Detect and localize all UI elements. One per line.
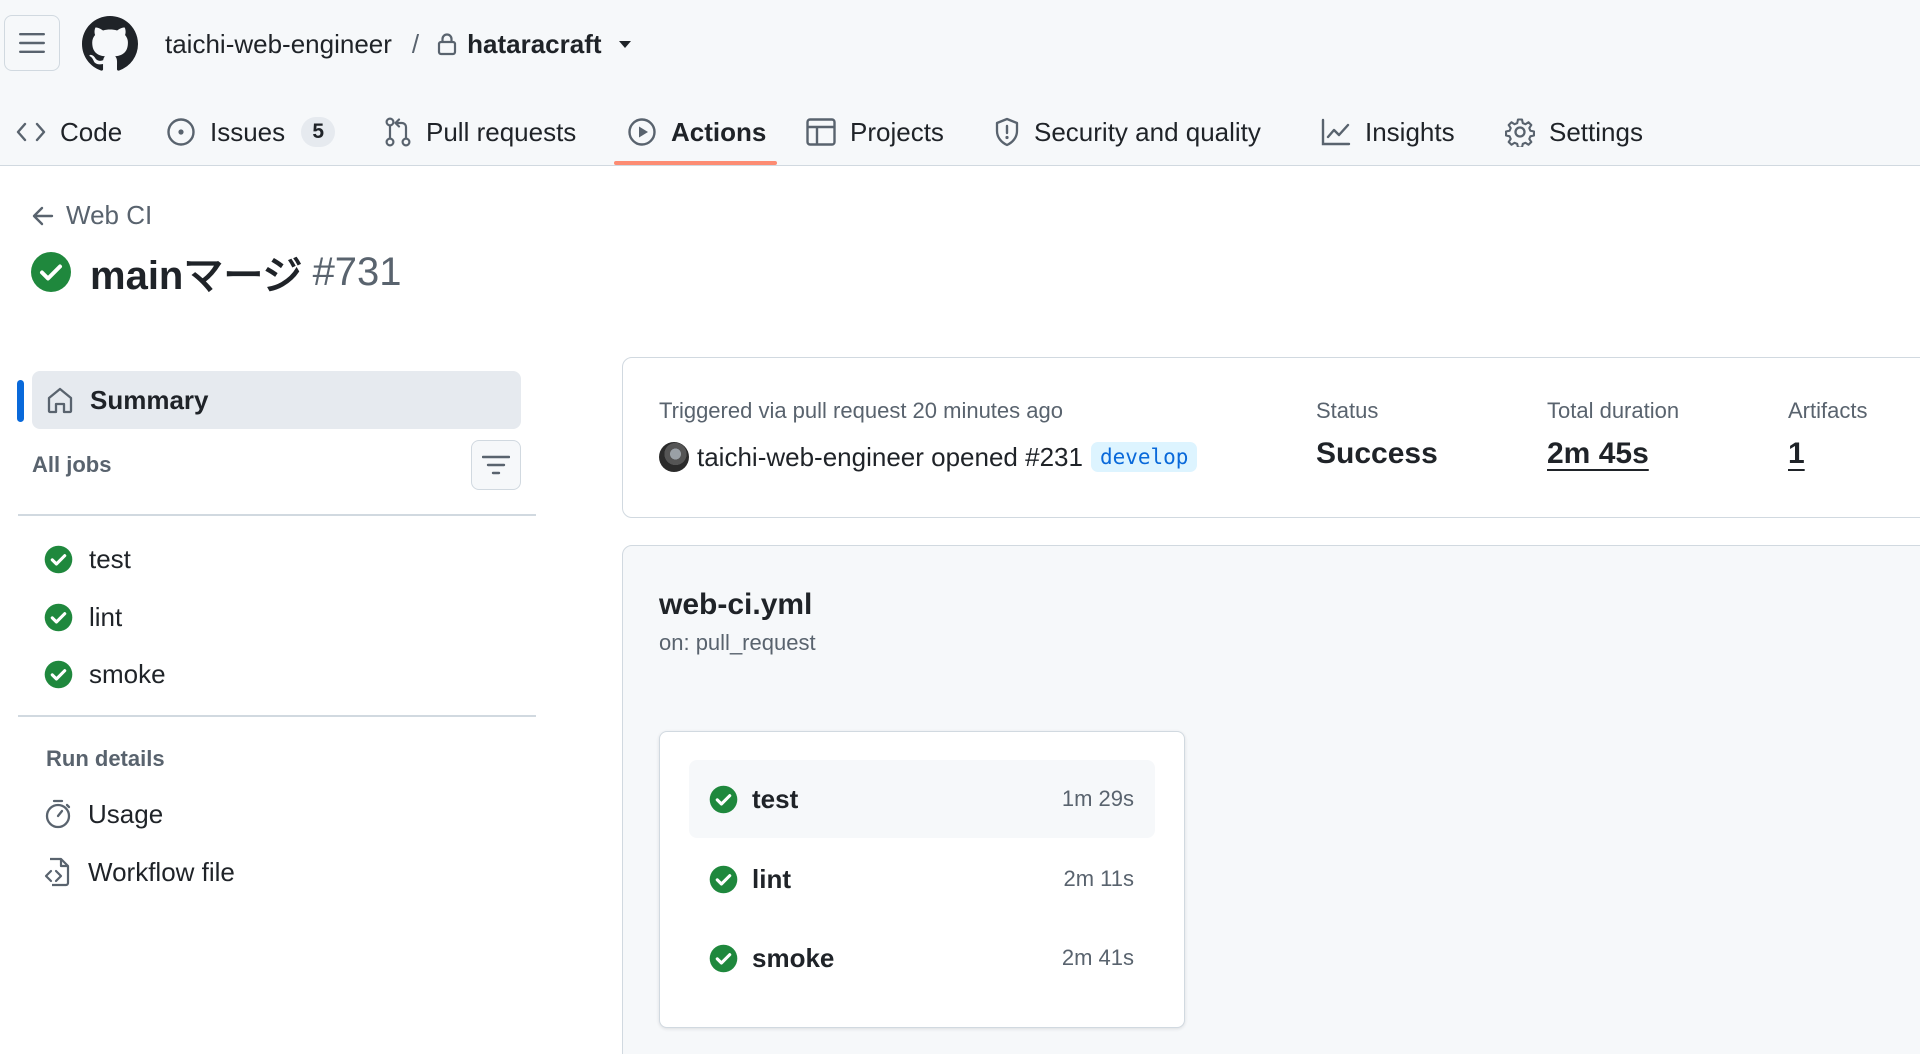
graph-job-test[interactable]: test 1m 29s: [689, 760, 1155, 838]
job-name: lint: [752, 863, 791, 894]
avatar[interactable]: [659, 442, 689, 472]
gear-icon: [1505, 118, 1535, 147]
job-label: test: [89, 543, 131, 574]
tab-label: Actions: [671, 116, 767, 147]
git-pull-request-icon: [385, 117, 411, 147]
check-circle-fill-icon: [44, 545, 73, 573]
job-name: smoke: [752, 942, 835, 973]
check-circle-fill-icon: [709, 944, 738, 972]
breadcrumb-separator: /: [411, 28, 420, 59]
tab-pull-requests[interactable]: Pull requests: [384, 98, 576, 166]
tab-issues[interactable]: Issues 5: [166, 98, 336, 166]
repo-breadcrumb: taichi-web-engineer / hataracraft: [165, 24, 632, 64]
issue-opened-icon: [167, 118, 195, 146]
detail-label: Workflow file: [88, 856, 235, 887]
check-circle-fill-icon: [709, 865, 738, 893]
graph-job-lint[interactable]: lint 2m 11s: [689, 840, 1155, 918]
workflow-trigger: on: pull_request: [659, 630, 816, 655]
shield-icon: [995, 117, 1019, 147]
hamburger-menu-button[interactable]: [4, 15, 60, 71]
job-name: test: [752, 783, 799, 814]
code-icon: [16, 122, 46, 142]
filter-jobs-button[interactable]: [471, 440, 521, 490]
tab-label: Issues: [210, 116, 286, 147]
github-logo[interactable]: [82, 16, 138, 72]
page-title: mainマージ #731: [30, 248, 402, 298]
trigger-detail: taichi-web-engineer opened #231 develop: [659, 437, 1198, 477]
tab-label: Insights: [1365, 116, 1455, 147]
check-circle-fill-icon: [44, 603, 73, 631]
sidebar-item-summary[interactable]: Summary: [32, 371, 521, 429]
play-icon: [628, 118, 656, 146]
issues-counter: 5: [301, 117, 336, 147]
repo-owner-link[interactable]: taichi-web-engineer: [165, 29, 392, 60]
stopwatch-icon: [45, 799, 71, 829]
active-item-indicator: [17, 380, 24, 422]
tab-label: Projects: [850, 116, 944, 147]
sidebar-item-label: Summary: [90, 384, 209, 415]
job-label: lint: [89, 601, 123, 632]
trigger-label: Triggered via pull request 20 minutes ag…: [659, 398, 1063, 423]
sidebar-job-smoke[interactable]: smoke: [44, 652, 166, 696]
filter-icon: [482, 455, 510, 475]
tab-code[interactable]: Code: [16, 98, 122, 166]
table-icon: [806, 118, 836, 146]
tab-projects[interactable]: Projects: [806, 98, 944, 166]
job-label: smoke: [89, 658, 166, 689]
artifacts-label: Artifacts: [1788, 398, 1868, 423]
trigger-text[interactable]: taichi-web-engineer opened #231: [697, 442, 1083, 473]
hamburger-icon: [19, 33, 45, 53]
tab-security[interactable]: Security and quality: [994, 98, 1261, 166]
back-link-label: Web CI: [66, 200, 153, 230]
artifacts-link[interactable]: 1: [1788, 437, 1805, 471]
check-circle-fill-icon: [44, 660, 73, 688]
tab-insights[interactable]: Insights: [1321, 98, 1455, 166]
status-label: Status: [1316, 398, 1379, 423]
selected-tab-indicator: [614, 161, 777, 165]
job-duration: 1m 29s: [1061, 786, 1134, 811]
run-details-heading: Run details: [46, 746, 165, 771]
repo-name-link[interactable]: hataracraft: [467, 29, 601, 60]
file-code-icon: [44, 857, 70, 887]
home-icon: [47, 387, 73, 414]
sidebar-job-test[interactable]: test: [44, 537, 131, 581]
tab-label: Security and quality: [1034, 116, 1261, 147]
back-to-workflow-link[interactable]: Web CI: [32, 200, 152, 231]
tab-settings[interactable]: Settings: [1505, 98, 1643, 166]
workflow-file-name: web-ci.yml: [659, 588, 813, 621]
duration-link[interactable]: 2m 45s: [1547, 437, 1649, 471]
graph-job-smoke[interactable]: smoke 2m 41s: [689, 919, 1155, 997]
sidebar-divider: [18, 514, 536, 516]
all-jobs-heading: All jobs: [32, 452, 112, 477]
job-duration: 2m 11s: [1063, 866, 1134, 891]
tab-label: Code: [60, 116, 123, 147]
tab-label: Settings: [1549, 116, 1643, 147]
graph-icon: [1321, 118, 1351, 146]
sidebar-item-usage[interactable]: Usage: [44, 792, 163, 836]
tab-actions[interactable]: Actions: [627, 98, 766, 166]
arrow-left-icon: [32, 206, 54, 225]
lock-icon: [438, 33, 457, 56]
sidebar-job-lint[interactable]: lint: [44, 595, 122, 639]
run-title: mainマージ: [90, 254, 303, 298]
branch-badge[interactable]: develop: [1090, 442, 1198, 472]
repo-header: taichi-web-engineer / hataracraft Code I…: [0, 0, 1920, 166]
sidebar-item-workflow-file[interactable]: Workflow file: [44, 850, 235, 894]
status-value: Success: [1316, 437, 1438, 470]
check-circle-fill-icon: [709, 785, 738, 813]
job-duration: 2m 41s: [1061, 945, 1134, 970]
duration-label: Total duration: [1547, 398, 1680, 423]
run-number: #731: [312, 249, 402, 294]
tab-label: Pull requests: [426, 116, 577, 147]
sidebar-divider: [18, 715, 536, 717]
check-circle-fill-icon: [31, 252, 71, 292]
caret-down-icon[interactable]: [618, 39, 632, 49]
detail-label: Usage: [88, 798, 164, 829]
